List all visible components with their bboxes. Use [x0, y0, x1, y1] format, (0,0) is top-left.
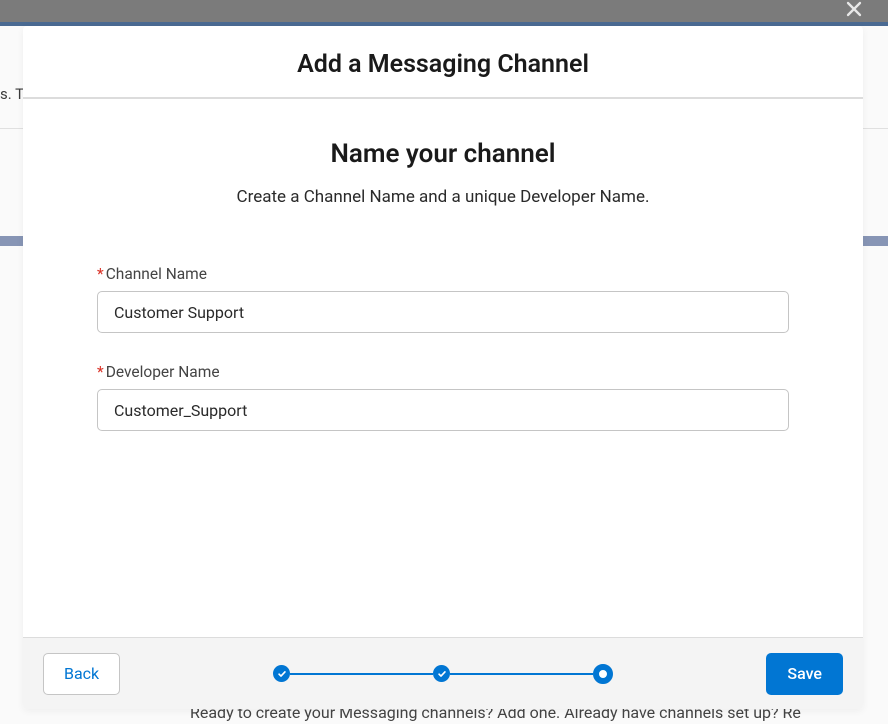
modal-title: Add a Messaging Channel [43, 50, 843, 79]
channel-name-group: *Channel Name [97, 265, 789, 333]
modal-footer: Back Save [23, 637, 863, 709]
backdrop-dim-bar [0, 0, 888, 22]
developer-name-group: *Developer Name [97, 363, 789, 431]
channel-name-label: *Channel Name [97, 265, 789, 283]
save-button[interactable]: Save [766, 653, 843, 695]
modal-body: Name your channel Create a Channel Name … [23, 99, 863, 637]
step-2-complete [433, 665, 450, 682]
modal-subtitle: Name your channel [97, 139, 789, 169]
step-connector [290, 673, 433, 675]
required-indicator: * [97, 265, 104, 283]
check-icon [277, 669, 287, 679]
channel-name-input[interactable] [97, 291, 789, 333]
step-3-current [593, 664, 613, 684]
modal-header: Add a Messaging Channel [23, 26, 863, 99]
modal-description: Create a Channel Name and a unique Devel… [97, 187, 789, 207]
messaging-channel-modal: Add a Messaging Channel Name your channe… [23, 26, 863, 709]
step-1-complete [273, 665, 290, 682]
backdrop-text-fragment: s. T [0, 85, 24, 103]
required-indicator: * [97, 363, 104, 381]
developer-name-label: *Developer Name [97, 363, 789, 381]
label-text: Developer Name [106, 363, 220, 381]
close-button[interactable] [844, 0, 864, 23]
step-connector [450, 673, 593, 675]
check-icon [437, 669, 447, 679]
close-icon [844, 0, 864, 19]
back-button[interactable]: Back [43, 653, 120, 695]
label-text: Channel Name [106, 265, 207, 283]
developer-name-input[interactable] [97, 389, 789, 431]
progress-stepper [273, 664, 613, 684]
